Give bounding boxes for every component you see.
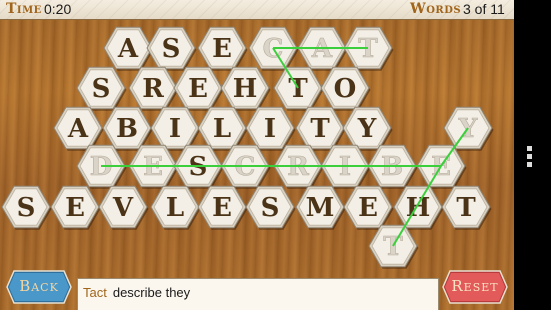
letter-tile[interactable]: A	[53, 106, 104, 151]
letter-tile[interactable]: R	[128, 66, 179, 111]
letter-tile[interactable]: E	[197, 26, 248, 71]
letter-tile[interactable]: S	[245, 185, 296, 230]
game-screen: Time 0:20 Words 3 of 11 ASECATSREHTOABIL…	[0, 0, 514, 310]
tile-letter: T	[310, 114, 330, 144]
letter-tile[interactable]: M	[295, 185, 346, 230]
tile-letter: L	[213, 114, 231, 144]
letter-tile[interactable]: Y	[443, 106, 494, 151]
letter-tile[interactable]: L	[197, 106, 248, 151]
overflow-menu-icon[interactable]	[527, 146, 533, 170]
tile-letter: M	[306, 193, 335, 223]
tile-letter: R	[142, 74, 164, 104]
letter-tile[interactable]: H	[220, 66, 271, 111]
letter-tile[interactable]: T	[368, 224, 419, 269]
letter-tile[interactable]: E	[197, 185, 248, 230]
found-words-rest: describe they	[112, 285, 191, 300]
tile-letter: A	[117, 34, 139, 64]
hex-board: A S E C A TS R E H T OA B I L I T Y YD E S C R I B ES E V L E S M E H TT	[1, 26, 494, 269]
tile-letter: S	[162, 34, 181, 64]
tile-letter: T	[456, 193, 476, 223]
tile-letter: E	[188, 74, 208, 104]
reset-button[interactable]: Reset	[442, 270, 508, 304]
letter-tile[interactable]: S	[76, 66, 127, 111]
tile-letter: S	[17, 193, 36, 223]
letter-tile[interactable]: I	[150, 106, 201, 151]
letter-tile[interactable]: H	[393, 185, 444, 230]
tile-letter: Y	[357, 114, 377, 144]
tile-letter: E	[212, 34, 232, 64]
tile-letter: I	[169, 114, 181, 144]
found-word-highlight: Tact	[83, 285, 107, 300]
letter-tile[interactable]: T	[295, 106, 346, 151]
letter-tile[interactable]: V	[98, 185, 149, 230]
letter-tile[interactable]: A	[103, 26, 154, 71]
letter-tile[interactable]: B	[102, 106, 153, 151]
back-button[interactable]: Back	[6, 270, 72, 304]
back-button-label: Back	[19, 277, 59, 295]
tile-letter: S	[261, 193, 280, 223]
tile-letter: E	[358, 193, 378, 223]
reset-button-label: Reset	[451, 277, 499, 295]
tile-letter: E	[212, 193, 232, 223]
tile-letter: S	[92, 74, 111, 104]
letter-tile[interactable]: T	[441, 185, 492, 230]
letter-tile[interactable]: T	[273, 66, 324, 111]
letter-tile[interactable]: S	[146, 26, 197, 71]
letter-tile[interactable]: L	[150, 185, 201, 230]
tile-letter: E	[65, 193, 85, 223]
letter-tile[interactable]: I	[245, 106, 296, 151]
tile-letter: B	[116, 114, 138, 144]
letter-tile[interactable]: E	[343, 185, 394, 230]
letter-tile[interactable]: Y	[342, 106, 393, 151]
tile-letter: H	[233, 74, 258, 104]
tile-letter: O	[334, 74, 357, 104]
letter-tile[interactable]: S	[1, 185, 52, 230]
tile-letter: L	[166, 193, 184, 223]
tile-letter: T	[383, 232, 403, 262]
letter-tile[interactable]: O	[320, 66, 371, 111]
found-words-box: Tact describe they	[77, 278, 439, 310]
letter-tile[interactable]: E	[50, 185, 101, 230]
letter-tile[interactable]: E	[173, 66, 224, 111]
found-words-list: Tact describe they	[83, 285, 190, 300]
tile-letter: V	[112, 193, 134, 223]
tile-letter: I	[264, 114, 276, 144]
tile-letter: A	[67, 114, 89, 144]
